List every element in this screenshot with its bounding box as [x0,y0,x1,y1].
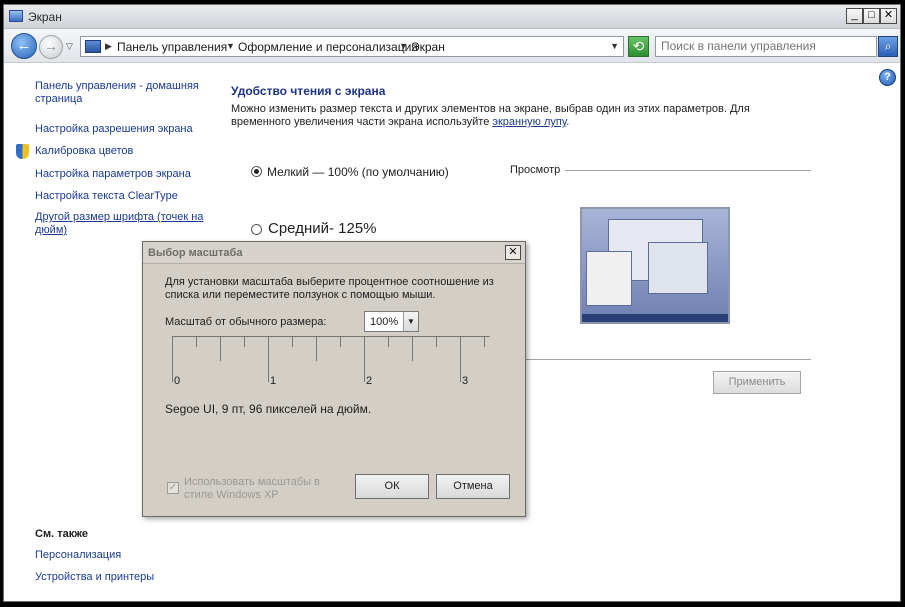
ruler-tick [412,337,413,361]
minimize-button[interactable]: _ [846,8,863,24]
radio-small[interactable] [251,166,262,177]
chevron-right-icon[interactable]: ▼ [226,41,235,51]
ruler-tick [196,337,197,347]
description-period: . [566,116,570,128]
ruler-tick [388,337,389,347]
recent-pages-chevron-icon[interactable]: ▽ [66,41,73,52]
breadcrumb-display[interactable]: Экран [411,40,445,54]
address-bar: ← → ▽ ▶ Панель управления ▼ Оформление и… [4,29,900,63]
bottom-divider [520,359,811,360]
description-text: Можно изменить размер текста и других эл… [231,103,750,128]
dialog-title: Выбор масштаба [148,247,243,259]
display-app-icon [9,10,23,22]
preview-taskbar [582,314,728,322]
cancel-button[interactable]: Отмена [436,474,510,499]
display-window: Экран _ □ ✕ ← → ▽ ▶ Панель управления ▼ … [3,4,901,602]
help-icon[interactable]: ? [879,69,896,86]
breadcrumb-appearance[interactable]: Оформление и персонализация [238,40,418,54]
ruler-tick [436,337,437,347]
see-also-personalization[interactable]: Персонализация [35,549,121,562]
ruler-label: 1 [270,375,277,387]
see-also-title: См. также [35,528,88,540]
forward-button[interactable]: → [39,35,63,59]
page-description: Можно изменить размер текста и других эл… [231,103,771,129]
dialog-title-bar: Выбор масштаба ✕ [143,242,525,264]
refresh-button[interactable]: ⟲ [628,36,649,57]
see-also-devices-printers[interactable]: Устройства и принтеры [35,571,154,584]
chevron-right-icon[interactable]: ▶ [105,41,112,52]
radio-small-label[interactable]: Мелкий — 100% (по умолчанию) [267,165,449,179]
search-icon[interactable]: ⌕ [878,36,898,57]
close-button[interactable]: ✕ [880,8,897,24]
address-field[interactable]: ▶ Панель управления ▼ Оформление и персо… [80,36,624,57]
preview-window-icon [586,251,632,306]
sidebar-home-link[interactable]: Панель управления - домашняя страница [35,80,215,106]
ruler-tick [340,337,341,347]
chevron-down-icon[interactable]: ▼ [403,312,418,331]
dialog-close-button[interactable]: ✕ [505,245,521,260]
title-bar: Экран _ □ ✕ [4,5,900,29]
sidebar-item-calibration[interactable]: Калибровка цветов [35,145,133,158]
maximize-button[interactable]: □ [863,8,880,24]
apply-button[interactable]: Применить [713,371,801,394]
preview-image [580,207,730,324]
preview-window-icon [648,242,708,294]
ruler-label: 0 [174,375,181,387]
ruler-tick [172,337,173,382]
sidebar-item-custom-dpi[interactable]: Другой размер шрифта (точек на дюйм) [35,211,205,237]
ruler-label: 3 [462,375,469,387]
uac-shield-icon [16,144,29,159]
ruler-tick [268,337,269,382]
back-button[interactable]: ← [11,33,37,59]
xp-scaling-checkbox[interactable]: ✓ [167,482,179,494]
chevron-right-icon[interactable]: ▼ [399,41,408,51]
scale-dialog: Выбор масштаба ✕ Для установки масштаба … [142,241,526,517]
search-box[interactable] [655,36,877,57]
page-title: Удобство чтения с экрана [231,84,386,98]
radio-medium-label[interactable]: Средний- 125% [268,220,377,237]
window-title: Экран [28,10,62,24]
scale-select[interactable]: 100% ▼ [364,311,419,332]
font-info: Segoe UI, 9 пт, 96 пикселей на дюйм. [165,402,372,416]
ruler-label: 2 [366,375,373,387]
preview-divider [565,170,811,171]
scale-label: Масштаб от обычного размера: [165,316,327,328]
ruler-tick [460,337,461,382]
ruler-tick [316,337,317,361]
ruler-tick [220,337,221,361]
ruler-tick [364,337,365,382]
sidebar-item-cleartype[interactable]: Настройка текста ClearType [35,190,178,203]
radio-medium[interactable] [251,224,262,235]
ruler-tick [484,337,485,347]
scale-ruler[interactable]: 0 1 2 3 [167,336,492,390]
xp-scaling-label: Использовать масштабы в стиле Windows XP [184,476,320,501]
ok-button[interactable]: ОК [355,474,429,499]
control-panel-icon [85,40,101,53]
address-dropdown-icon[interactable]: ▼ [610,41,619,51]
dialog-instruction: Для установки масштаба выберите процентн… [165,276,494,301]
search-input[interactable] [661,39,873,53]
sidebar-item-resolution[interactable]: Настройка разрешения экрана [35,123,193,136]
preview-label: Просмотр [510,164,561,176]
ruler-tick [244,337,245,347]
sidebar-item-display-settings[interactable]: Настройка параметров экрана [35,168,191,181]
scale-value: 100% [370,316,399,328]
magnifier-link[interactable]: экранную лупу [492,116,566,128]
ruler-tick [292,337,293,347]
breadcrumb-control-panel[interactable]: Панель управления [117,40,227,54]
